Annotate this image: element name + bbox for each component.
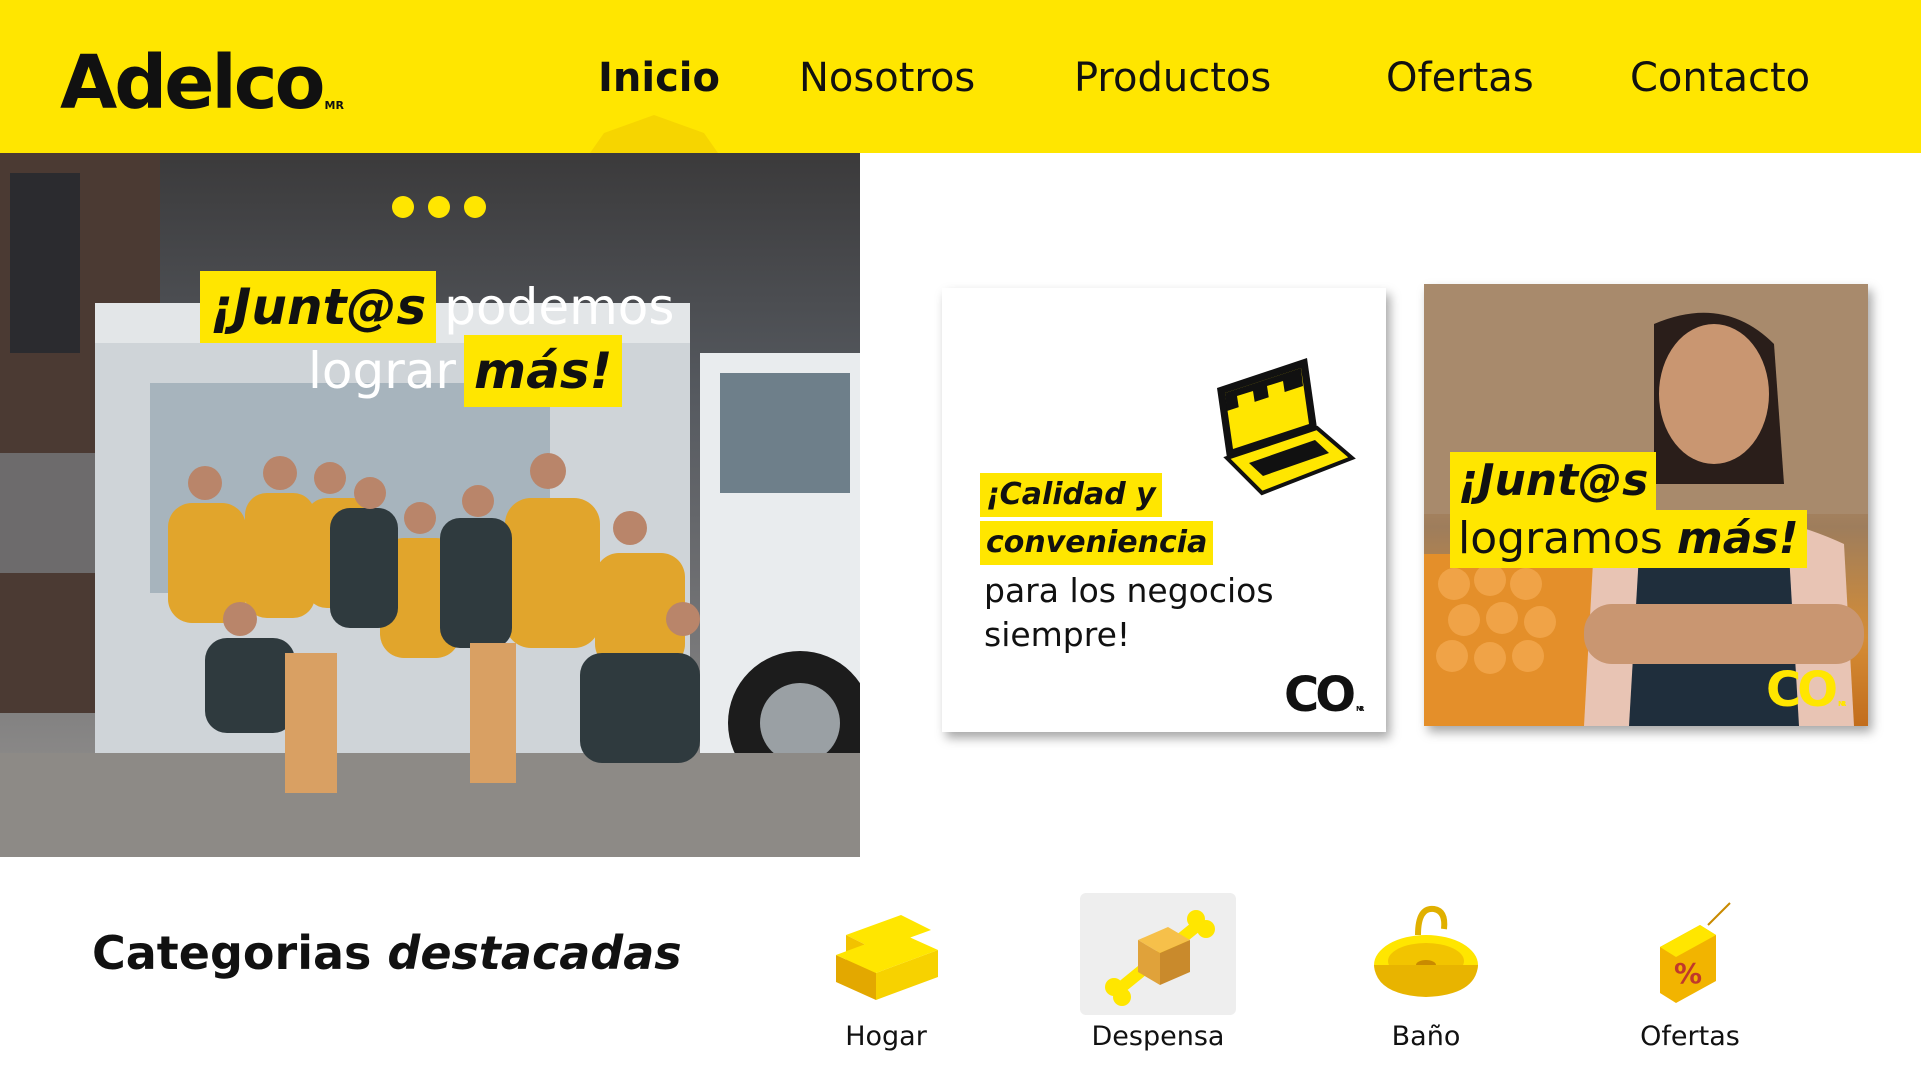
nav-item-inicio[interactable]: Inicio (598, 48, 720, 108)
promo-card-juntos[interactable]: ¡Junt@s logramos más! CO MR (1424, 284, 1868, 726)
slide-dot-1[interactable] (392, 196, 414, 218)
promo-card-juntos-line2-plain: logramos (1458, 513, 1663, 564)
promo-card-calidad-line1: ¡Calidad y (980, 473, 1162, 517)
sofa-icon (836, 915, 938, 1000)
price-tag-icon: % (1660, 902, 1731, 1003)
category-bano-label: Baño (1391, 1021, 1461, 1052)
co-logo: CO MR (1284, 671, 1365, 719)
slide-dot-3[interactable] (464, 196, 486, 218)
category-hogar-label: Hogar (845, 1021, 927, 1052)
category-bano[interactable]: Baño (1348, 893, 1504, 1063)
hero-photo (0, 153, 860, 857)
categories-heading-plain: Categorias (92, 926, 372, 980)
categories-heading-bold: destacadas (387, 926, 682, 980)
hero-headline-highlight-1: ¡Junt@s (200, 271, 437, 343)
nav-item-nosotros[interactable]: Nosotros (799, 48, 975, 108)
main-nav: Inicio Nosotros Productos Ofertas Contac… (0, 48, 1921, 108)
promo-card-calidad-line2: conveniencia (980, 521, 1214, 565)
slide-indicator (392, 196, 486, 218)
nav-item-ofertas[interactable]: Ofertas (1386, 48, 1534, 108)
promo-card-calidad-text: ¡Calidad y conveniencia para los negocio… (980, 473, 1360, 657)
hero-headline-text-2: lograr (308, 342, 456, 400)
co-logo-yellow: CO MR (1766, 666, 1847, 714)
promo-card-calidad[interactable]: ¡Calidad y conveniencia para los negocio… (942, 288, 1386, 732)
co-logo-yellow-mark: MR (1838, 700, 1847, 708)
site-header: Adelco MR Inicio Nosotros Productos Ofer… (0, 0, 1921, 153)
promo-card-juntos-text: ¡Junt@s logramos más! (1450, 452, 1807, 568)
co-logo-yellow-text: CO (1766, 662, 1838, 718)
promo-card-juntos-line2: logramos más! (1450, 510, 1807, 568)
co-logo-mark: MR (1356, 705, 1365, 713)
promo-card-juntos-line2-bold: más! (1676, 513, 1799, 564)
category-ofertas[interactable]: % Ofertas (1612, 893, 1768, 1063)
promo-card-calidad-line4: siempre! (984, 615, 1131, 654)
nav-item-productos[interactable]: Productos (1074, 48, 1271, 108)
categories-heading: Categorias destacadas (92, 926, 682, 980)
category-hogar[interactable]: Hogar (808, 893, 964, 1063)
svg-text:%: % (1674, 957, 1702, 990)
active-nav-indicator (590, 115, 718, 153)
hero-headline: ¡Junt@s podemos lograr más! (200, 271, 760, 407)
co-logo-text: CO (1284, 667, 1356, 723)
nav-item-contacto[interactable]: Contacto (1630, 48, 1810, 108)
category-despensa[interactable]: Despensa (1080, 893, 1236, 1052)
sink-icon (1374, 905, 1478, 997)
promo-card-juntos-line1: ¡Junt@s (1450, 452, 1657, 510)
hero-headline-highlight-2: más! (463, 335, 623, 407)
hero-banner[interactable]: ¡Junt@s podemos lograr más! (0, 153, 860, 857)
category-ofertas-label: Ofertas (1640, 1021, 1740, 1052)
bone-box-icon (1105, 910, 1215, 1006)
slide-dot-2[interactable] (428, 196, 450, 218)
hero-headline-text-1: podemos (444, 278, 675, 336)
promo-card-calidad-line3: para los negocios (984, 571, 1274, 610)
category-despensa-label: Despensa (1091, 1021, 1225, 1052)
